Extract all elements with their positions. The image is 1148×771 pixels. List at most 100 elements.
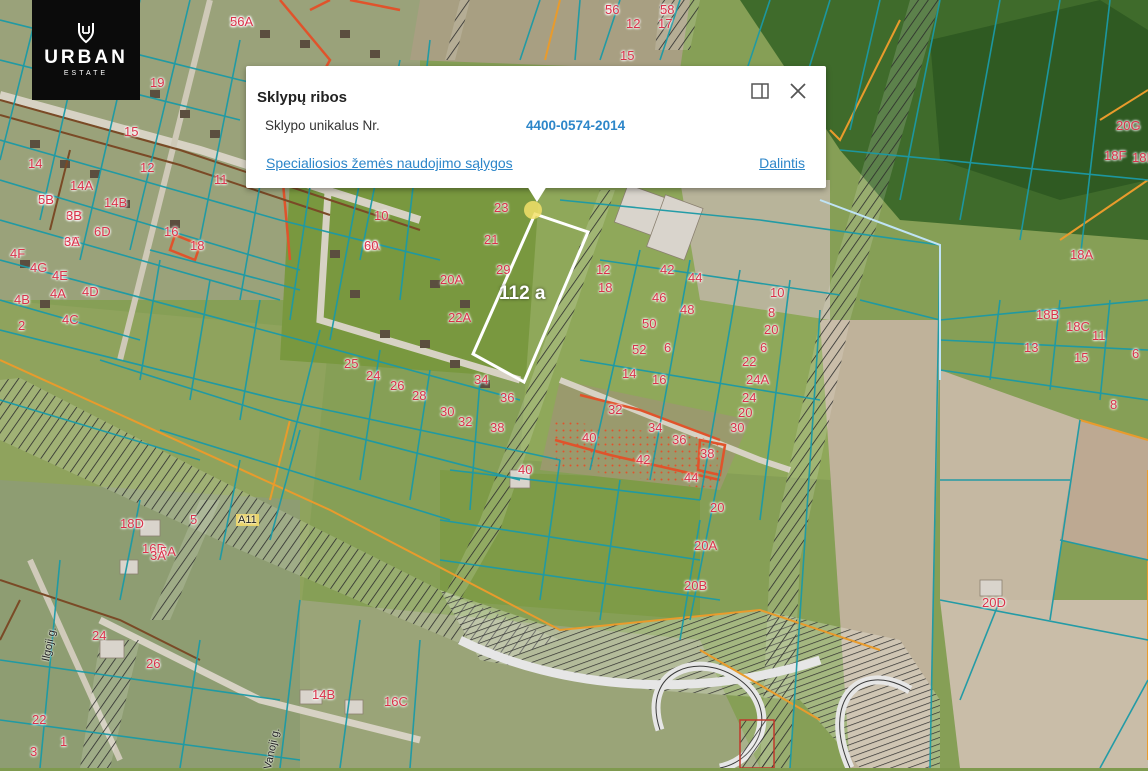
special-land-use-conditions-link[interactable]: Specialiosios žemės naudojimo sąlygos bbox=[266, 155, 513, 171]
parcel-number-label: 24 bbox=[92, 628, 107, 643]
parcel-number-label: 21 bbox=[484, 232, 499, 247]
parcel-number-label: 38 bbox=[700, 446, 715, 461]
parcel-number-label: 25 bbox=[344, 356, 359, 371]
parcel-number-label: 20 bbox=[738, 405, 753, 420]
parcel-number-label: 2 bbox=[18, 318, 26, 333]
parcel-number-label: 6D bbox=[94, 224, 111, 239]
parcel-number-label: 34 bbox=[648, 420, 663, 435]
parcel-number-label: 15 bbox=[1074, 350, 1089, 365]
parcel-number-label: 14B bbox=[312, 687, 336, 702]
parcel-number-label: 40 bbox=[518, 462, 533, 477]
parcel-number-label: 18D bbox=[120, 516, 144, 531]
parcel-number-label: 56A bbox=[230, 14, 254, 29]
parcel-number-label: 4B bbox=[14, 292, 30, 307]
parcel-number-label: 4D bbox=[82, 284, 99, 299]
parcel-number-label: 44 bbox=[688, 270, 703, 285]
parcel-number-label: 24 bbox=[366, 368, 381, 383]
parcel-number-label: 22 bbox=[32, 712, 47, 727]
parcel-number-label: 6 bbox=[1132, 346, 1140, 361]
parcel-number-label: 8 bbox=[768, 305, 776, 320]
parcel-number-label: 4F bbox=[10, 246, 26, 261]
parcel-number-label: 20G bbox=[1116, 118, 1141, 133]
parcel-number-label: 26 bbox=[146, 656, 161, 671]
parcel-number-label: 11 bbox=[1092, 328, 1106, 343]
parcel-number-label: 20 bbox=[764, 322, 779, 337]
parcel-number-label: 16 bbox=[652, 372, 667, 387]
parcel-number-label: 56 bbox=[605, 2, 620, 17]
parcel-number-label: 14 bbox=[28, 156, 43, 171]
parcel-number-label: 36 bbox=[500, 390, 515, 405]
parcel-number-label: 16 bbox=[164, 224, 179, 239]
parcel-number-label: 5 bbox=[190, 512, 198, 527]
parcel-number-label: 42 bbox=[636, 452, 651, 467]
parcel-number-label: 19 bbox=[150, 75, 165, 90]
parcel-number-label: 6 bbox=[760, 340, 768, 355]
urban-estate-logo[interactable]: URBAN ESTATE bbox=[32, 0, 140, 100]
parcel-id-label: Sklypo unikalus Nr. bbox=[265, 118, 380, 133]
parcel-number-label: 15 bbox=[124, 124, 139, 139]
parcel-number-label: 23 bbox=[494, 200, 509, 215]
parcel-number-label: 34 bbox=[474, 372, 489, 387]
parcel-number-label: 14A bbox=[70, 178, 94, 193]
parcel-number-label: 10 bbox=[374, 208, 389, 223]
road-label-a11: A11 bbox=[236, 514, 259, 526]
parcel-number-label: 32 bbox=[458, 414, 473, 429]
close-icon[interactable] bbox=[789, 82, 807, 100]
parcel-number-label: 42 bbox=[660, 262, 675, 277]
brand-subtitle: ESTATE bbox=[63, 70, 109, 77]
parcel-id-value: 4400-0574-2014 bbox=[526, 118, 626, 133]
parcel-number-label: 4A bbox=[50, 286, 66, 301]
brand-name: URBAN bbox=[44, 47, 128, 68]
parcel-number-label: 3 bbox=[30, 744, 38, 759]
parcel-number-label: 36 bbox=[672, 432, 687, 447]
parcel-number-label: 3A bbox=[150, 548, 166, 563]
popup-pointer bbox=[527, 186, 547, 202]
parcel-number-label: 20A bbox=[694, 538, 718, 553]
parcel-number-label: 60 bbox=[364, 238, 379, 253]
parcel-number-label: 18C bbox=[1066, 319, 1090, 334]
popup-title: Sklypų ribos bbox=[257, 89, 348, 106]
parcel-number-label: 22A bbox=[448, 310, 472, 325]
parcel-number-label: 17 bbox=[658, 16, 673, 31]
parcel-number-label: 30 bbox=[440, 404, 455, 419]
parcel-number-label: 3A bbox=[64, 234, 80, 249]
parcel-number-label: 13 bbox=[1024, 340, 1039, 355]
parcel-number-label: 32 bbox=[608, 402, 623, 417]
parcel-number-label: 20 bbox=[710, 500, 725, 515]
parcel-number-label: 48 bbox=[680, 302, 695, 317]
parcel-number-label: 20B bbox=[684, 578, 708, 593]
parcel-number-label: 12 bbox=[626, 16, 641, 31]
parcel-number-label: 14B bbox=[104, 195, 128, 210]
parcel-number-label: 24 bbox=[742, 390, 757, 405]
parcel-number-label: 6 bbox=[664, 340, 672, 355]
parcel-number-label: 12 bbox=[596, 262, 611, 277]
parcel-number-label: 8 bbox=[1110, 397, 1118, 412]
parcel-number-label: 22 bbox=[742, 354, 757, 369]
parcel-number-label: 20A bbox=[440, 272, 464, 287]
parcel-number-label: 14 bbox=[622, 366, 637, 381]
parcel-number-label: 38 bbox=[490, 420, 505, 435]
parcel-number-label: 11 bbox=[214, 172, 228, 187]
parcel-number-label: 28 bbox=[412, 388, 427, 403]
parcel-number-label: 3B bbox=[66, 208, 82, 223]
parcel-number-label: 12 bbox=[140, 160, 155, 175]
parcel-number-label: 4G bbox=[30, 260, 48, 275]
share-link[interactable]: Dalintis bbox=[759, 155, 805, 171]
parcel-number-label: 46 bbox=[652, 290, 667, 305]
parcel-number-label: 40 bbox=[582, 430, 597, 445]
parcel-info-popup: Sklypų ribos Sklypo unikalus Nr. 4400-05… bbox=[246, 66, 826, 188]
logo-mark-icon bbox=[78, 23, 94, 44]
parcel-number-label: 4C bbox=[62, 312, 79, 327]
parcel-number-label: 16C bbox=[384, 694, 408, 709]
dock-panel-icon[interactable] bbox=[751, 83, 769, 99]
parcel-number-label: 18B bbox=[1036, 307, 1060, 322]
parcel-number-label: 18 bbox=[598, 280, 613, 295]
parcel-number-label: 10 bbox=[770, 285, 785, 300]
parcel-number-label: 52 bbox=[632, 342, 647, 357]
parcel-number-label: 18 bbox=[190, 238, 205, 253]
parcel-number-label: 44 bbox=[684, 470, 699, 485]
parcel-number-label: 18E bbox=[1132, 150, 1148, 165]
parcel-number-label: 26 bbox=[390, 378, 405, 393]
parcel-number-label: 18F bbox=[1104, 148, 1127, 163]
selected-parcel-area-label: 112 a bbox=[499, 283, 546, 304]
